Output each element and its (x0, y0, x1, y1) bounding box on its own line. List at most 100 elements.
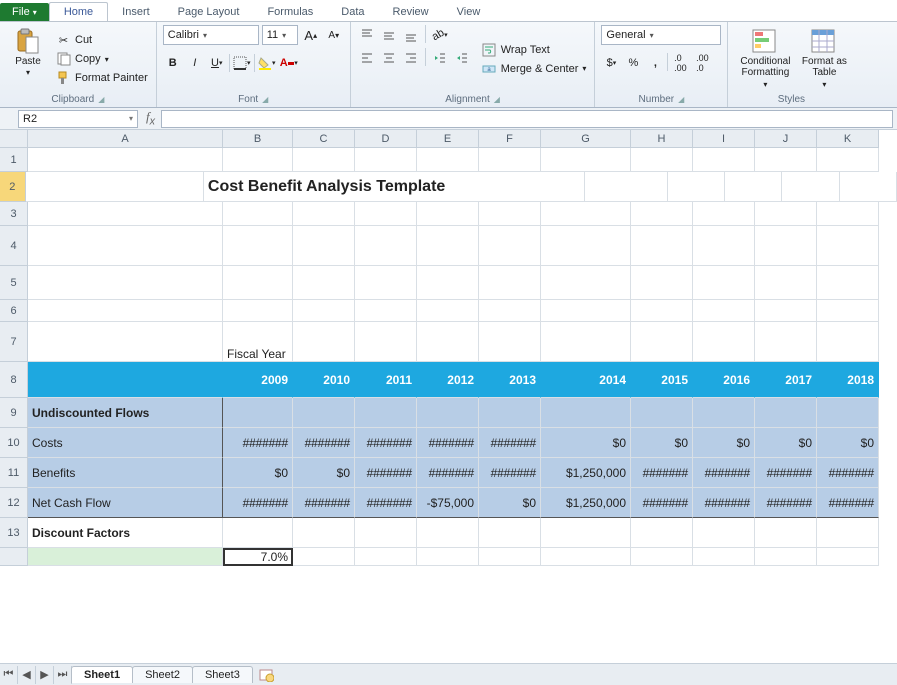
fx-icon[interactable]: fx (146, 109, 155, 128)
year-cell[interactable]: 2018 (817, 362, 879, 398)
cell[interactable] (28, 548, 223, 566)
year-cell[interactable]: 2012 (417, 362, 479, 398)
cell[interactable] (541, 266, 631, 300)
cell[interactable] (479, 300, 541, 322)
row-header-13[interactable]: 13 (0, 518, 28, 548)
cell[interactable] (417, 202, 479, 226)
year-cell[interactable]: 2009 (223, 362, 293, 398)
number-format-combo[interactable]: General▾ (601, 25, 721, 45)
year-cell[interactable]: 2010 (293, 362, 355, 398)
cell[interactable] (293, 300, 355, 322)
cell[interactable] (28, 362, 223, 398)
wrap-text-button[interactable]: Wrap Text (480, 42, 589, 58)
cell[interactable] (668, 172, 725, 202)
cell[interactable] (541, 148, 631, 172)
font-name-combo[interactable]: Calibri▾ (163, 25, 259, 45)
cell[interactable] (631, 518, 693, 548)
cell[interactable] (479, 226, 541, 266)
cell[interactable]: ####### (355, 458, 417, 488)
select-all-corner[interactable] (0, 130, 28, 148)
cell[interactable] (223, 266, 293, 300)
cell[interactable]: ####### (479, 428, 541, 458)
row-header-10[interactable]: 10 (0, 428, 28, 458)
cell[interactable] (417, 148, 479, 172)
col-header-h[interactable]: H (631, 130, 693, 148)
col-header-f[interactable]: F (479, 130, 541, 148)
cell[interactable] (693, 202, 755, 226)
cell[interactable] (693, 266, 755, 300)
cell[interactable] (541, 398, 631, 428)
cell[interactable] (293, 226, 355, 266)
cell[interactable] (693, 148, 755, 172)
tab-formulas[interactable]: Formulas (253, 3, 327, 21)
tab-review[interactable]: Review (379, 3, 443, 21)
year-cell[interactable]: 2015 (631, 362, 693, 398)
formula-input[interactable] (161, 110, 893, 128)
cell[interactable] (631, 398, 693, 428)
cell[interactable] (817, 300, 879, 322)
cell[interactable] (817, 518, 879, 548)
decrease-decimal-button[interactable]: .00.0 (692, 53, 712, 73)
cell[interactable]: ####### (631, 488, 693, 518)
cell[interactable] (355, 266, 417, 300)
row-header-1[interactable]: 1 (0, 148, 28, 172)
cell[interactable] (28, 300, 223, 322)
cell[interactable] (355, 518, 417, 548)
year-cell[interactable]: 2017 (755, 362, 817, 398)
year-cell[interactable]: 2013 (479, 362, 541, 398)
cell[interactable]: ####### (417, 458, 479, 488)
cell[interactable] (417, 518, 479, 548)
cell[interactable] (293, 398, 355, 428)
cell[interactable] (479, 548, 541, 566)
conditional-formatting-button[interactable]: Conditional Formatting▾ (734, 25, 796, 93)
cell[interactable] (223, 148, 293, 172)
cell[interactable] (631, 148, 693, 172)
cell[interactable] (817, 548, 879, 566)
cell[interactable] (355, 322, 417, 362)
tab-view[interactable]: View (443, 3, 495, 21)
year-cell[interactable]: 2016 (693, 362, 755, 398)
row-label[interactable]: Costs (28, 428, 223, 458)
title-cell[interactable]: Cost Benefit Analysis Template (204, 172, 585, 202)
row-header-8[interactable]: 8 (0, 362, 28, 398)
col-header-k[interactable]: K (817, 130, 879, 148)
cell[interactable] (782, 172, 839, 202)
cell[interactable] (840, 172, 897, 202)
cell[interactable] (693, 322, 755, 362)
align-middle-button[interactable] (379, 25, 399, 45)
cell[interactable] (755, 202, 817, 226)
cell[interactable] (725, 172, 782, 202)
cell[interactable]: $0 (817, 428, 879, 458)
cell[interactable] (417, 548, 479, 566)
align-top-button[interactable] (357, 25, 377, 45)
cell[interactable] (817, 226, 879, 266)
cell[interactable] (541, 548, 631, 566)
row-header-11[interactable]: 11 (0, 458, 28, 488)
cell[interactable] (541, 300, 631, 322)
merge-center-button[interactable]: aMerge & Center ▾ (480, 61, 589, 77)
cell[interactable] (355, 398, 417, 428)
cell[interactable] (631, 226, 693, 266)
cell[interactable] (293, 266, 355, 300)
cell[interactable]: ####### (693, 488, 755, 518)
cell[interactable] (223, 300, 293, 322)
cell[interactable] (28, 148, 223, 172)
cell[interactable]: $1,250,000 (541, 488, 631, 518)
cell[interactable] (223, 518, 293, 548)
new-sheet-button[interactable] (255, 668, 277, 682)
cell[interactable]: ####### (631, 458, 693, 488)
cell[interactable] (693, 548, 755, 566)
grow-font-button[interactable]: A▴ (301, 25, 321, 45)
cell[interactable]: ####### (355, 488, 417, 518)
col-header-g[interactable]: G (541, 130, 631, 148)
cell[interactable]: 7.0% (223, 548, 293, 566)
cell[interactable] (28, 202, 223, 226)
cell[interactable] (479, 398, 541, 428)
increase-decimal-button[interactable]: .0.00 (670, 53, 690, 73)
cell[interactable] (479, 266, 541, 300)
cell[interactable]: ####### (693, 458, 755, 488)
cut-button[interactable]: ✂Cut (54, 32, 150, 48)
section-header[interactable]: Discount Factors (28, 518, 223, 548)
cell[interactable] (755, 398, 817, 428)
tab-insert[interactable]: Insert (108, 3, 164, 21)
